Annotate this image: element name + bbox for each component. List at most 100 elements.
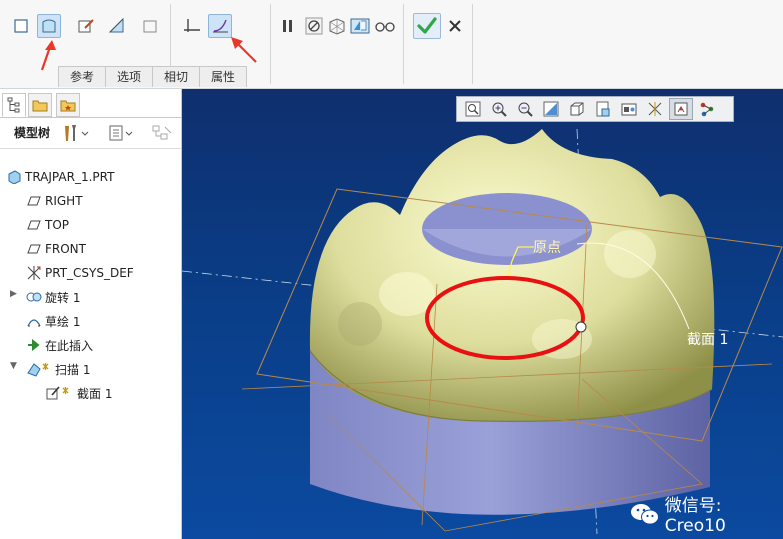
dashboard-ribbon: 参考 选项 相切 属性 (0, 0, 783, 89)
tab-folder-browser[interactable] (28, 93, 52, 117)
tree-item-label: 截面 1 (77, 386, 113, 401)
show-button[interactable] (108, 124, 136, 145)
tree-settings-button[interactable] (62, 123, 90, 146)
tab-favorites[interactable] (56, 93, 80, 117)
watermark: 微信号: Creo10 (630, 491, 783, 536)
preview-check-icon (350, 18, 370, 34)
saved-views-button[interactable] (591, 98, 615, 120)
thin-button[interactable] (138, 14, 162, 38)
constant-section-button[interactable] (180, 14, 204, 38)
expand-revolve-icon[interactable]: ▶ (10, 289, 17, 299)
zoom-out-button[interactable] (513, 98, 537, 120)
verify-preview-icon (375, 22, 395, 32)
part-icon (8, 170, 21, 184)
annotation-display-icon (700, 102, 714, 117)
saved-views-icon (596, 101, 610, 117)
datum-display-icon (648, 102, 662, 116)
navigator-panel: 模型树 TRAJPAR_1.PRT RIGHT TOP FRONT PRT_CS… (0, 89, 182, 539)
surface-button[interactable] (37, 14, 61, 38)
annotation-arrow-surface (40, 40, 56, 71)
dashboard-tabs: 参考 选项 相切 属性 (58, 66, 247, 87)
tab-model-tree[interactable] (2, 93, 26, 117)
graphics-viewport[interactable]: 原点 截面 1 微信号: Creo10 (182, 89, 783, 539)
repaint-button[interactable] (539, 98, 563, 120)
preview-mesh-button[interactable] (325, 14, 349, 38)
tab-tangency[interactable]: 相切 (152, 66, 200, 87)
spin-center-button[interactable] (669, 98, 693, 120)
origin-label: 原点 (533, 240, 561, 256)
no-preview-icon (305, 17, 323, 35)
tree-item-label: 草绘 1 (45, 314, 81, 329)
tree-item-label: 在此插入 (45, 338, 94, 353)
tree-item-label: TRAJPAR_1.PRT (25, 170, 115, 184)
cancel-x-icon (449, 20, 461, 32)
tree-item-sweep[interactable]: 扫描 1 (26, 359, 90, 379)
tree-item-right[interactable]: RIGHT (26, 191, 83, 211)
no-preview-button[interactable] (302, 14, 326, 38)
repaint-icon (543, 101, 559, 117)
annotation-display-button[interactable] (695, 98, 719, 120)
remove-material-icon (108, 17, 124, 33)
tab-options[interactable]: 选项 (105, 66, 153, 87)
tree-item-top[interactable]: TOP (26, 215, 69, 235)
csys-icon (27, 266, 41, 280)
tree-item-label: 扫描 1 (55, 362, 91, 377)
tab-references[interactable]: 参考 (58, 66, 106, 87)
preview-mesh-icon (329, 18, 345, 35)
annotation-arrow-variable-section (231, 37, 257, 63)
datum-plane-icon (27, 244, 41, 254)
datum-plane-icon (27, 220, 41, 230)
view-toolbar (456, 96, 734, 122)
zoom-in-button[interactable] (487, 98, 511, 120)
refit-icon (465, 101, 481, 117)
tree-item-label: 旋转 1 (45, 290, 81, 305)
display-style-icon (570, 102, 584, 116)
model-tree-toolbar: 模型树 (0, 117, 181, 149)
tree-item-csys[interactable]: PRT_CSYS_DEF (26, 263, 134, 283)
show-list-icon (109, 125, 133, 141)
preview-check-button[interactable] (348, 14, 372, 38)
ok-check-icon (417, 17, 437, 34)
refit-button[interactable] (461, 98, 485, 120)
solid-icon (14, 19, 28, 33)
cancel-button[interactable] (443, 14, 467, 38)
constant-section-icon (184, 19, 200, 32)
sweep-icon (27, 363, 49, 377)
remove-material-button[interactable] (105, 14, 129, 38)
tree-item-sketch[interactable]: 草绘 1 (26, 311, 80, 331)
datum-display-button[interactable] (643, 98, 667, 120)
model-tree-icon (7, 97, 20, 113)
thin-icon (143, 20, 157, 33)
pause-icon (283, 20, 292, 32)
ok-button[interactable] (413, 13, 441, 39)
tree-item-front[interactable]: FRONT (26, 239, 86, 259)
model-canvas (182, 128, 783, 535)
tree-item-part[interactable]: TRAJPAR_1.PRT (6, 167, 114, 187)
tree-item-section[interactable]: 截面 1 (46, 383, 112, 403)
datum-plane-icon (27, 196, 41, 206)
tree-item-label: PRT_CSYS_DEF (45, 266, 134, 280)
sketch-feature-icon (27, 319, 41, 327)
collapse-sweep-icon[interactable]: ▼ (10, 361, 17, 371)
tab-properties[interactable]: 属性 (199, 66, 247, 87)
tree-filter-button[interactable] (151, 124, 173, 145)
spin-center-icon (674, 102, 688, 116)
view-manager-button[interactable] (617, 98, 641, 120)
sketch-button[interactable] (74, 14, 98, 38)
variable-section-icon (213, 19, 228, 33)
favorites-icon (60, 100, 76, 112)
tools-icon (65, 125, 89, 141)
tree-item-label: TOP (45, 218, 70, 232)
section-label: 截面 1 (687, 332, 729, 348)
tree-filter-icon (152, 125, 172, 140)
wechat-icon (631, 503, 659, 524)
pause-button[interactable] (276, 14, 300, 38)
tree-item-insert-here[interactable]: 在此插入 (26, 335, 93, 355)
display-style-button[interactable] (565, 98, 589, 120)
sketch-icon (78, 19, 94, 33)
tree-item-revolve[interactable]: 旋转 1 (26, 287, 80, 307)
tree-item-label: RIGHT (45, 194, 83, 208)
verify-preview-button[interactable] (373, 14, 397, 38)
section-icon (46, 386, 69, 400)
solid-button[interactable] (9, 14, 33, 38)
